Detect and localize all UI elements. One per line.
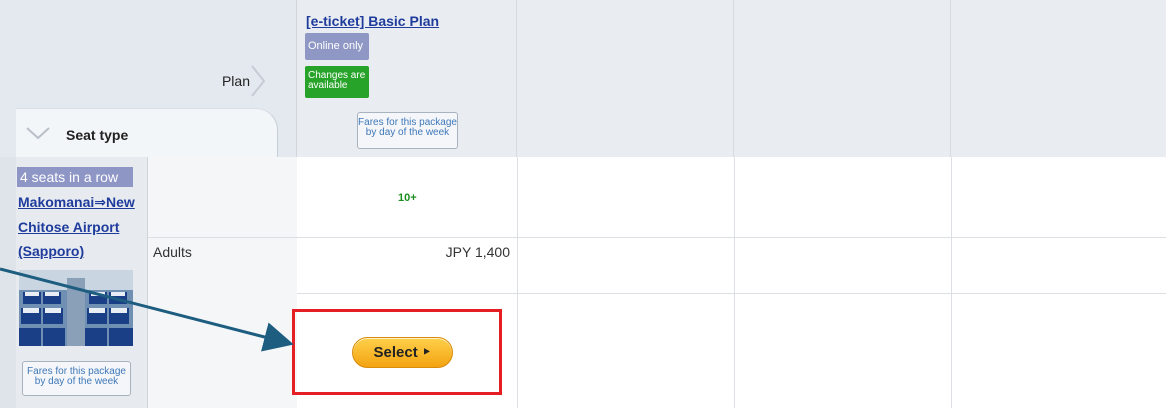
empty-column-header bbox=[517, 0, 734, 157]
row-divider bbox=[148, 237, 297, 238]
online-only-badge: Online only bbox=[305, 33, 369, 60]
plan-title-link[interactable]: [e-ticket] Basic Plan bbox=[306, 12, 439, 30]
column-divider bbox=[951, 157, 952, 408]
row-divider bbox=[297, 237, 1166, 238]
badge-line: available bbox=[308, 80, 348, 91]
changes-available-badge: Changes are available bbox=[305, 66, 369, 98]
chevron-right-icon bbox=[251, 65, 266, 97]
column-divider bbox=[734, 157, 735, 408]
button-line: by day of the week bbox=[365, 127, 450, 138]
empty-column-header bbox=[734, 0, 951, 157]
fares-by-day-button[interactable]: Fares for this package by day of the wee… bbox=[357, 112, 458, 149]
availability-count: 10+ bbox=[398, 192, 417, 204]
seat-type-header-label: Seat type bbox=[66, 127, 129, 143]
empty-column-header bbox=[951, 0, 1166, 157]
annotation-arrow bbox=[0, 267, 294, 352]
adult-fare-price: JPY 1,400 bbox=[445, 244, 510, 260]
seat-type-tab bbox=[16, 108, 278, 157]
column-divider bbox=[517, 157, 518, 408]
seat-type-chip: 4 seats in a row bbox=[17, 167, 133, 187]
chevron-down-icon bbox=[26, 127, 50, 140]
row-divider bbox=[297, 293, 1166, 294]
button-line: by day of the week bbox=[34, 376, 119, 387]
select-button[interactable]: Select ‣ bbox=[352, 337, 453, 368]
seat-fares-by-day-button[interactable]: Fares for this package by day of the wee… bbox=[22, 361, 131, 396]
plan-header-label: Plan bbox=[221, 73, 250, 89]
